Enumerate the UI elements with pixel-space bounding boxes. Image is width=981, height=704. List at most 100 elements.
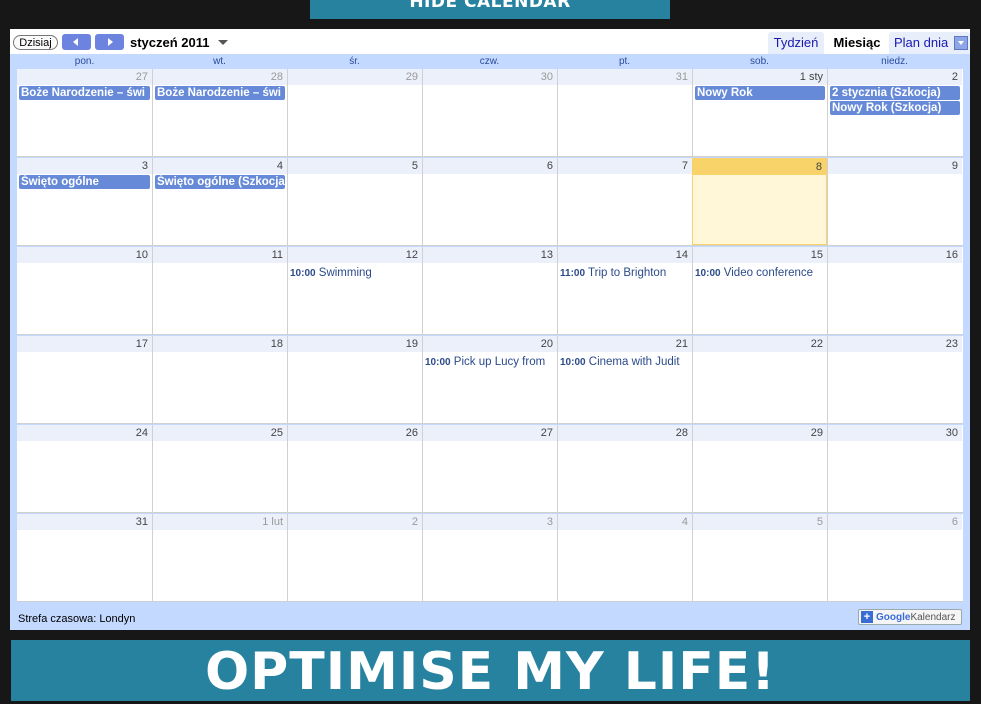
day-cell[interactable]: 25	[152, 425, 287, 512]
day-number[interactable]: 13	[423, 247, 557, 263]
day-number[interactable]: 30	[423, 69, 557, 85]
day-number[interactable]: 12	[288, 247, 422, 263]
day-cell[interactable]: 29	[287, 69, 422, 156]
day-number[interactable]: 8	[693, 159, 826, 175]
day-cell[interactable]: 17	[17, 336, 152, 423]
day-number[interactable]: 5	[288, 158, 422, 174]
timed-event[interactable]: 10:00 Pick up Lucy from	[425, 355, 555, 370]
day-number[interactable]: 15	[693, 247, 827, 263]
day-number[interactable]: 30	[828, 425, 962, 441]
day-cell[interactable]: 1 lut	[152, 514, 287, 601]
tab-month[interactable]: Miesiąc	[828, 32, 886, 54]
day-cell[interactable]: 30	[422, 69, 557, 156]
tab-week[interactable]: Tydzień	[768, 32, 824, 54]
day-cell[interactable]: 15 10:00 Video conference	[692, 247, 827, 334]
day-cell[interactable]: 4 Święto ogólne (Szkocja)	[152, 158, 287, 245]
day-number[interactable]: 17	[17, 336, 152, 352]
day-number[interactable]: 2	[828, 69, 962, 85]
day-cell[interactable]: 21 10:00 Cinema with Judit	[557, 336, 692, 423]
day-cell[interactable]: 4	[557, 514, 692, 601]
day-cell[interactable]: 12 10:00 Swimming	[287, 247, 422, 334]
day-cell[interactable]: 28 Boże Narodzenie – świ	[152, 69, 287, 156]
day-cell[interactable]: 2	[287, 514, 422, 601]
day-number[interactable]: 4	[558, 514, 692, 530]
day-number[interactable]: 5	[693, 514, 827, 530]
next-month-button[interactable]	[95, 34, 124, 50]
day-cell[interactable]: 13	[422, 247, 557, 334]
day-number[interactable]: 27	[423, 425, 557, 441]
day-cell[interactable]: 20 10:00 Pick up Lucy from	[422, 336, 557, 423]
day-number[interactable]: 14	[558, 247, 692, 263]
day-cell[interactable]: 31	[557, 69, 692, 156]
all-day-event[interactable]: Boże Narodzenie – świ	[155, 86, 285, 100]
day-number[interactable]: 4	[153, 158, 287, 174]
day-cell[interactable]: 10	[17, 247, 152, 334]
all-day-event[interactable]: 2 stycznia (Szkocja)	[830, 86, 960, 100]
day-number[interactable]: 27	[17, 69, 152, 85]
day-cell[interactable]: 18	[152, 336, 287, 423]
day-number[interactable]: 6	[828, 514, 962, 530]
all-day-event[interactable]: Święto ogólne (Szkocja)	[155, 175, 285, 189]
day-number[interactable]: 28	[153, 69, 287, 85]
day-cell[interactable]: 6	[422, 158, 557, 245]
day-number[interactable]: 20	[423, 336, 557, 352]
hide-calendar-button[interactable]: HIDE CALENDAR	[310, 0, 670, 19]
day-cell[interactable]: 29	[692, 425, 827, 512]
previous-month-button[interactable]	[62, 34, 91, 50]
day-number[interactable]: 22	[693, 336, 827, 352]
day-number[interactable]: 23	[828, 336, 962, 352]
timed-event[interactable]: 10:00 Swimming	[290, 266, 420, 281]
day-number[interactable]: 7	[558, 158, 692, 174]
day-cell[interactable]: 6	[827, 514, 962, 601]
day-cell[interactable]: 26	[287, 425, 422, 512]
day-cell[interactable]: 16	[827, 247, 962, 334]
month-dropdown-icon[interactable]	[218, 40, 228, 45]
day-number[interactable]: 6	[423, 158, 557, 174]
day-cell[interactable]: 5	[692, 514, 827, 601]
day-number[interactable]: 2	[288, 514, 422, 530]
day-number[interactable]: 9	[828, 158, 962, 174]
day-number[interactable]: 31	[17, 514, 152, 530]
day-number[interactable]: 10	[17, 247, 152, 263]
all-day-event[interactable]: Święto ogólne	[19, 175, 150, 189]
all-day-event[interactable]: Nowy Rok (Szkocja)	[830, 101, 960, 115]
day-cell-today[interactable]: 8	[692, 158, 827, 245]
day-cell[interactable]: 19	[287, 336, 422, 423]
day-cell[interactable]: 30	[827, 425, 962, 512]
all-day-event[interactable]: Nowy Rok	[695, 86, 825, 100]
day-number[interactable]: 3	[423, 514, 557, 530]
day-number[interactable]: 3	[17, 158, 152, 174]
day-number[interactable]: 21	[558, 336, 692, 352]
day-cell[interactable]: 24	[17, 425, 152, 512]
day-number[interactable]: 31	[558, 69, 692, 85]
day-number[interactable]: 26	[288, 425, 422, 441]
day-cell[interactable]: 9	[827, 158, 962, 245]
timed-event[interactable]: 11:00 Trip to Brighton	[560, 266, 690, 281]
day-cell[interactable]: 27	[422, 425, 557, 512]
day-cell[interactable]: 3	[422, 514, 557, 601]
day-cell[interactable]: 27 Boże Narodzenie – świ	[17, 69, 152, 156]
day-number[interactable]: 16	[828, 247, 962, 263]
day-number[interactable]: 25	[153, 425, 287, 441]
day-number[interactable]: 24	[17, 425, 152, 441]
timed-event[interactable]: 10:00 Video conference	[695, 266, 825, 281]
day-cell[interactable]: 28	[557, 425, 692, 512]
day-number[interactable]: 19	[288, 336, 422, 352]
timed-event[interactable]: 10:00 Cinema with Judit	[560, 355, 690, 370]
day-cell[interactable]: 23	[827, 336, 962, 423]
day-number[interactable]: 29	[288, 69, 422, 85]
today-button[interactable]: Dzisiaj	[13, 35, 58, 50]
google-calendar-badge[interactable]: + GoogleKalendarz	[858, 609, 962, 625]
day-cell[interactable]: 11	[152, 247, 287, 334]
view-dropdown-icon[interactable]	[954, 36, 968, 50]
day-number[interactable]: 28	[558, 425, 692, 441]
day-number[interactable]: 18	[153, 336, 287, 352]
day-cell[interactable]: 31	[17, 514, 152, 601]
all-day-event[interactable]: Boże Narodzenie – świ	[19, 86, 150, 100]
day-number[interactable]: 1 lut	[153, 514, 287, 530]
day-number[interactable]: 1 sty	[693, 69, 827, 85]
day-cell[interactable]: 5	[287, 158, 422, 245]
day-number[interactable]: 29	[693, 425, 827, 441]
day-number[interactable]: 11	[153, 247, 287, 263]
day-cell[interactable]: 7	[557, 158, 692, 245]
